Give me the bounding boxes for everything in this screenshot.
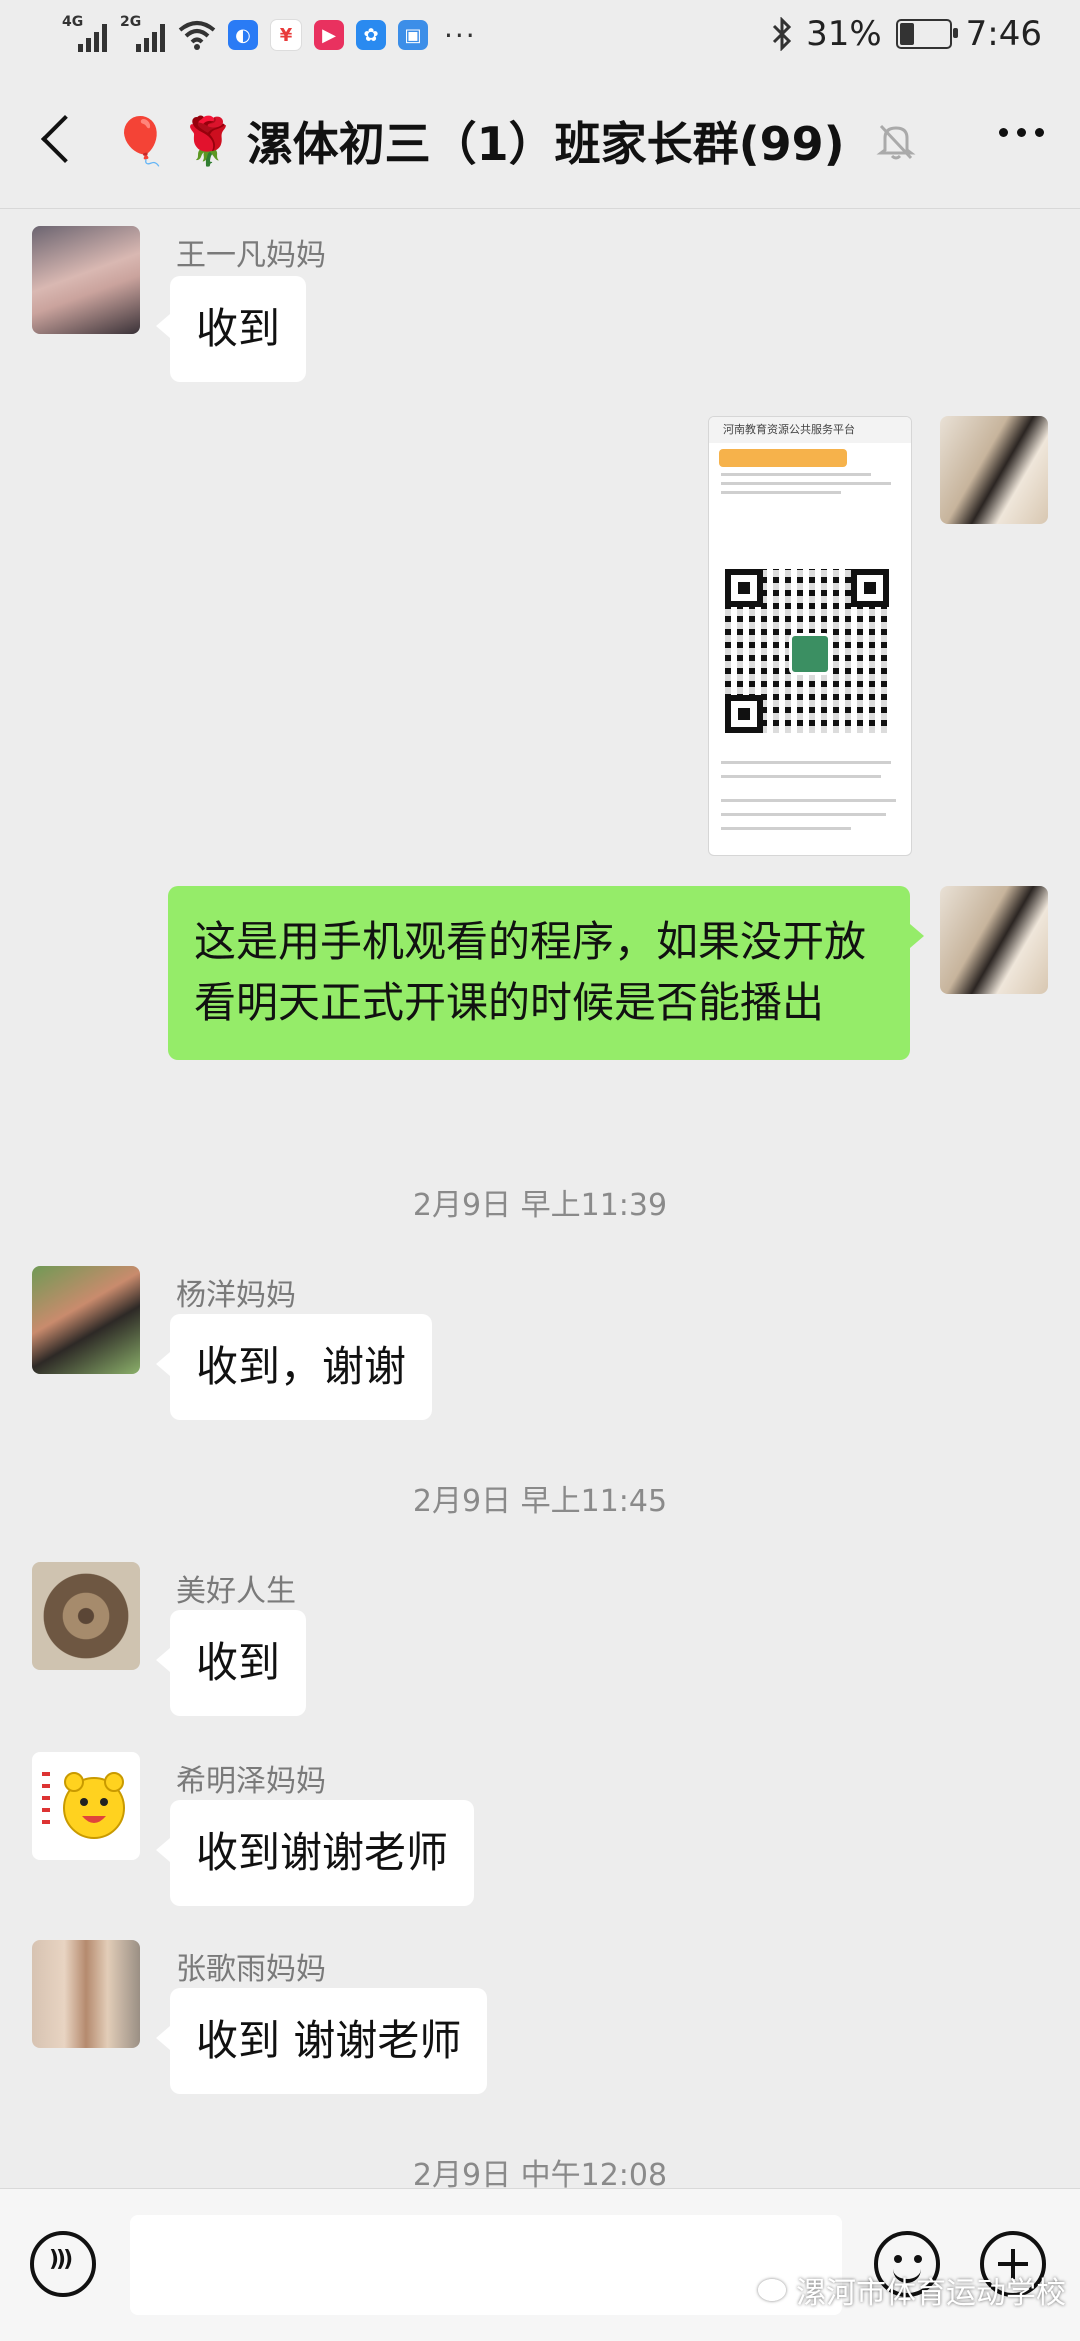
avatar[interactable] (32, 1752, 140, 1860)
self-avatar[interactable] (940, 416, 1048, 524)
status-bar: 4G 2G ◐ ¥ ▶ ✿ ▣ ··· 31% 7:46 (0, 0, 1080, 72)
video-app-icon: ▶ (314, 20, 344, 50)
sender-name: 希明泽妈妈 (176, 1764, 326, 1799)
yellow-bear-sticker-icon (38, 1770, 125, 1840)
voice-input-button[interactable] (30, 2231, 96, 2297)
browser-app-icon: ◐ (228, 20, 258, 50)
watermark: 漯河市体育运动学校 (758, 2268, 1066, 2312)
timestamp: 2月9日 早上11:45 (412, 1484, 668, 1519)
message-input[interactable] (130, 2215, 842, 2315)
sender-name: 张歌雨妈妈 (176, 1952, 326, 1987)
input-bar (0, 2188, 1080, 2341)
image-message[interactable]: 河南教育资源公共服务平台 (708, 416, 912, 856)
sender-name: 杨洋妈妈 (176, 1278, 296, 1313)
bluetooth-icon (773, 17, 792, 51)
avatar[interactable] (32, 226, 140, 334)
wechat-logo-icon (758, 2279, 786, 2301)
signal-2g-icon: 2G (120, 14, 166, 56)
sender-name: 美好人生 (176, 1574, 296, 1609)
avatar[interactable] (32, 1562, 140, 1670)
ticket-app-icon: ✿ (356, 20, 386, 50)
wifi-icon (178, 21, 216, 50)
message-bubble[interactable]: 收到，谢谢 (155, 1314, 433, 1421)
self-avatar[interactable] (940, 886, 1048, 994)
more-options-button[interactable] (999, 128, 1044, 137)
qr-code-image (725, 569, 889, 733)
chat-title: 漯体初三（1）班家长群(99) (246, 117, 845, 171)
signal-4g-icon: 4G (62, 14, 108, 56)
self-message-bubble[interactable]: 这是用手机观看的程序，如果没开放看明天正式开课的时候是否能播出 (168, 886, 924, 1060)
battery-percentage: 31% (806, 14, 882, 54)
avatar[interactable] (32, 1266, 140, 1374)
message-bubble[interactable]: 收到 (155, 1610, 307, 1717)
tv-app-icon: ▣ (398, 20, 428, 50)
message-bubble[interactable]: 收到 谢谢老师 (155, 1988, 488, 2095)
avatar[interactable] (32, 1940, 140, 2048)
message-bubble[interactable]: 收到 (155, 276, 307, 383)
back-button[interactable] (34, 110, 88, 170)
mute-bell-icon (876, 124, 916, 160)
watermark-text: 漯河市体育运动学校 (796, 2276, 1066, 2311)
image-header-text: 河南教育资源公共服务平台 (709, 417, 911, 443)
chat-title-row: 🎈 🌹 漯体初三（1）班家长群(99) (112, 108, 917, 174)
clock: 7:46 (965, 14, 1042, 54)
payment-app-icon: ¥ (270, 19, 302, 51)
balloon-emoji: 🎈 (112, 114, 170, 168)
chat-header: 🎈 🌹 漯体初三（1）班家长群(99) (0, 72, 1080, 209)
timestamp: 2月9日 早上11:39 (412, 1188, 668, 1223)
message-bubble[interactable]: 收到谢谢老师 (155, 1800, 475, 1907)
battery-icon (895, 19, 958, 49)
sender-name: 王一凡妈妈 (176, 238, 326, 273)
rose-emoji: 🌹 (179, 114, 237, 168)
more-notifications-icon: ··· (444, 18, 477, 52)
